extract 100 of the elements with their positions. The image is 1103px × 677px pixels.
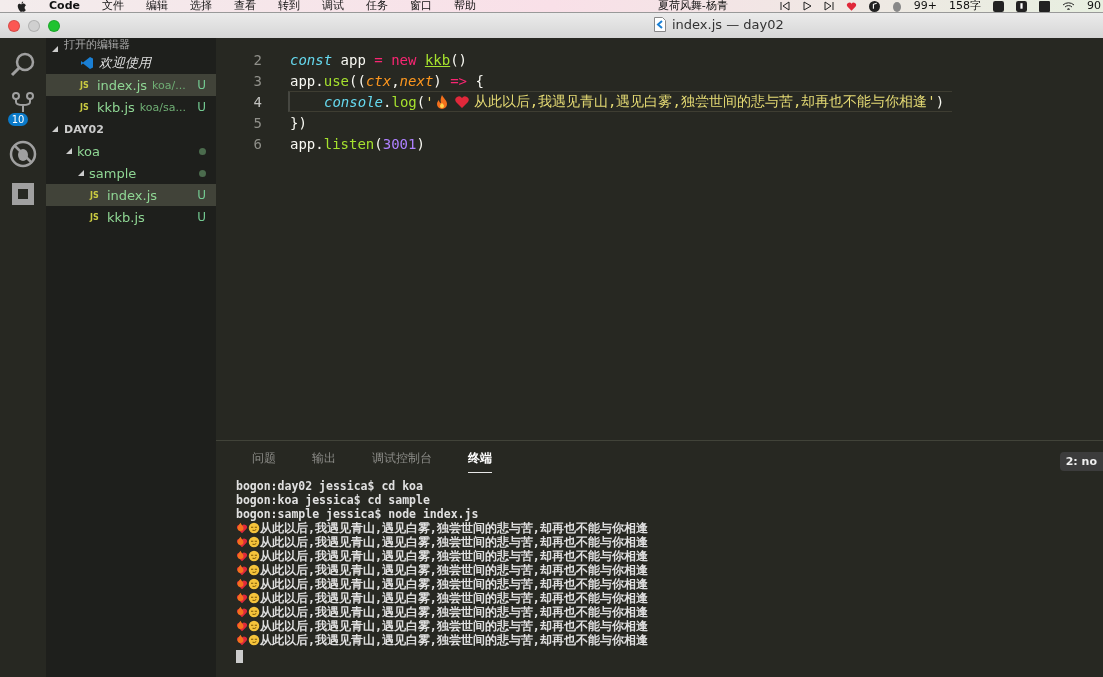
wifi-icon[interactable] (1062, 1, 1075, 11)
terminal-command: bogon:sample jessica$ node index.js (236, 507, 479, 521)
no-bug-icon[interactable] (9, 140, 37, 168)
music-note-icon[interactable] (868, 0, 880, 12)
smirk-face-icon (248, 620, 260, 632)
folder-item[interactable]: sample (46, 162, 216, 184)
word-count: 158字 (949, 0, 981, 12)
vscode-logo-icon (80, 56, 94, 70)
expanded-arrow-icon[interactable] (78, 170, 84, 176)
smirk-face-icon (248, 634, 260, 646)
terminal-output: 从此以后,我遇见青山,遇见白雾,独尝世间的悲与苦,却再也不能与你相逢 (260, 605, 648, 619)
code-line: const app = new kkb() (289, 50, 469, 70)
modified-dot-icon (199, 169, 206, 177)
terminal-cursor (236, 650, 243, 663)
close-button[interactable] (8, 19, 20, 32)
terminal-output: 从此以后,我遇见青山,遇见白雾,独尝世间的悲与苦,却再也不能与你相逢 (260, 619, 648, 633)
heart-icon (453, 93, 470, 110)
next-icon[interactable] (823, 1, 834, 11)
menu-item[interactable]: 窗口 (409, 0, 432, 12)
js-file-icon: JS (90, 190, 102, 200)
previous-icon[interactable] (779, 1, 790, 11)
input-method-icon[interactable] (1039, 0, 1050, 12)
expanded-arrow-icon[interactable] (66, 148, 72, 154)
fire-heart-icon (236, 634, 248, 646)
terminal-output: 从此以后,我遇见青山,遇见白雾,独尝世间的悲与苦,却再也不能与你相逢 (260, 521, 648, 535)
panel-tab[interactable]: 调试控制台 (372, 449, 432, 473)
line-number: 3 (252, 72, 263, 89)
fire-heart-icon (236, 578, 248, 590)
app-menu[interactable]: Code (49, 0, 80, 12)
expanded-arrow-icon[interactable] (52, 46, 58, 52)
js-file-icon: JS (80, 102, 92, 112)
terminal-output: 从此以后,我遇见青山,遇见白雾,独尝世间的悲与苦,却再也不能与你相逢 (260, 633, 648, 647)
smirk-face-icon (248, 550, 260, 562)
heart-icon (845, 0, 857, 12)
file-item[interactable]: JS index.js U (46, 184, 216, 206)
open-editor-item[interactable]: JS index.js koa/... U (46, 74, 216, 96)
folder-item[interactable]: koa (46, 140, 216, 162)
terminal-select[interactable]: 2: no (1059, 451, 1103, 471)
terminal-output: 从此以后,我遇见青山,遇见白雾,独尝世间的悲与苦,却再也不能与你相逢 (260, 549, 648, 563)
line-number: 4 (252, 93, 263, 110)
terminal-output: 从此以后,我遇见青山,遇见白雾,独尝世间的悲与苦,却再也不能与你相逢 (260, 563, 648, 577)
smirk-face-icon (248, 564, 260, 576)
fire-heart-icon (236, 536, 248, 548)
folder-title[interactable]: DAY02 (64, 122, 104, 136)
terminal-command: bogon:koa jessica$ cd sample (236, 493, 430, 507)
smirk-face-icon (248, 536, 260, 548)
terminal-output: 从此以后,我遇见青山,遇见白雾,独尝世间的悲与苦,却再也不能与你相逢 (260, 535, 648, 549)
panel-tab[interactable]: 输出 (312, 449, 336, 473)
changes-badge: 10 (7, 113, 29, 126)
menu-item[interactable]: 转到 (277, 0, 300, 12)
menu-item[interactable]: 帮助 (453, 0, 476, 12)
smirk-face-icon (248, 578, 260, 590)
document-icon (654, 17, 666, 32)
microphone-icon[interactable] (1016, 0, 1027, 12)
apple-icon (16, 0, 27, 12)
line-number: 5 (252, 114, 263, 131)
modified-dot-icon (199, 147, 206, 155)
panel-tab[interactable]: 问题 (252, 449, 276, 473)
source-control-icon[interactable] (11, 92, 35, 112)
battery-percent: 90 (1087, 0, 1101, 12)
song-title: 夏荷风舞-杨青 (657, 0, 728, 12)
code-line: app.use((ctx,next) => { (289, 71, 485, 91)
menu-item[interactable]: 任务 (365, 0, 388, 12)
fire-heart-icon (236, 564, 248, 576)
terminal-command: bogon:day02 jessica$ cd koa (236, 479, 423, 493)
smirk-face-icon (248, 592, 260, 604)
fire-heart-icon (236, 606, 248, 618)
fire-heart-icon (236, 550, 248, 562)
extensions-icon[interactable] (11, 182, 35, 206)
menu-item[interactable]: 文件 (101, 0, 124, 12)
expanded-arrow-icon[interactable] (52, 126, 58, 132)
status-icon[interactable] (993, 0, 1004, 12)
penguin-icon[interactable] (891, 0, 902, 12)
section-title[interactable]: 打开的编辑器 (64, 38, 130, 52)
window-title: index.js — day02 (672, 17, 784, 32)
menu-item[interactable]: 选择 (189, 0, 212, 12)
code-line: }) (289, 113, 308, 133)
menu-item[interactable]: 查看 (233, 0, 256, 12)
fire-heart-icon (236, 522, 248, 534)
search-icon[interactable] (10, 52, 36, 78)
smirk-face-icon (248, 606, 260, 618)
open-editor-item[interactable]: 欢迎使用 (46, 52, 216, 74)
file-item[interactable]: JS kkb.js U (46, 206, 216, 228)
menu-item[interactable]: 调试 (321, 0, 344, 12)
js-file-icon: JS (90, 212, 102, 222)
play-icon[interactable] (801, 1, 812, 11)
panel-tab[interactable]: 终端 (468, 449, 492, 473)
fire-heart-icon (236, 592, 248, 604)
terminal-output: 从此以后,我遇见青山,遇见白雾,独尝世间的悲与苦,却再也不能与你相逢 (260, 591, 648, 605)
code-line: console.log(' 从此以后,我遇见青山,遇见白雾,独尝世间的悲与苦,却再也不能与你相逢') (288, 91, 953, 112)
terminal-output: 从此以后,我遇见青山,遇见白雾,独尝世间的悲与苦,却再也不能与你相逢 (260, 577, 648, 591)
js-file-icon: JS (80, 80, 92, 90)
smirk-face-icon (248, 522, 260, 534)
line-number: 2 (252, 51, 263, 68)
menu-item[interactable]: 编辑 (145, 0, 168, 12)
code-line: app.listen(3001) (289, 134, 426, 154)
notification-count: 99+ (913, 0, 937, 12)
fire-heart-icon (236, 620, 248, 632)
line-number: 6 (252, 135, 263, 152)
open-editor-item[interactable]: JS kkb.js koa/sa... U (46, 96, 216, 118)
